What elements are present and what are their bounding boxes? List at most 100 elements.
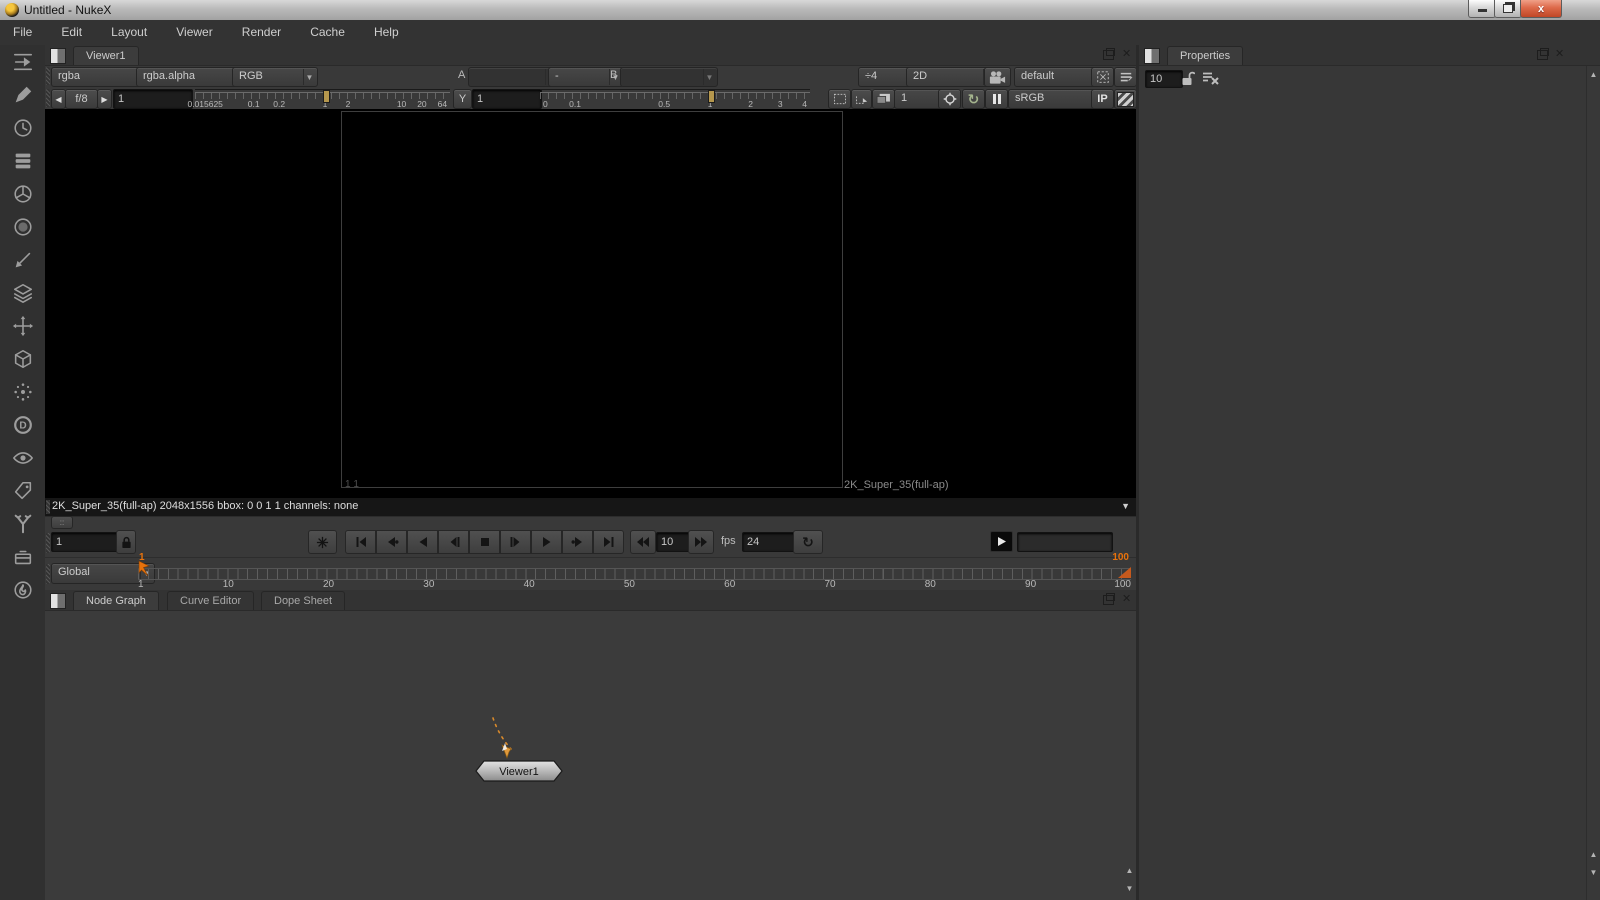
clear-all-panels-button[interactable]: [1202, 71, 1220, 88]
properties-scroll-up-bottom[interactable]: ▲: [1587, 850, 1600, 860]
lock-panels-button[interactable]: [1181, 70, 1195, 89]
roi-button[interactable]: [828, 89, 851, 109]
drag-grip[interactable]: [46, 500, 50, 514]
deep-nodes-button[interactable]: D: [0, 408, 45, 441]
arrow-up-icon[interactable]: ▲: [1587, 70, 1600, 80]
drag-grip[interactable]: [46, 533, 50, 553]
update-region-button[interactable]: [938, 89, 961, 109]
refresh-button[interactable]: ↻: [962, 89, 985, 109]
views-nodes-button[interactable]: [0, 441, 45, 474]
timeline-ruler[interactable]: 1 10 20 30 40 50 60 70 80 90 100 1 100: [138, 558, 1131, 591]
filter-nodes-button[interactable]: [0, 210, 45, 243]
skip-backward-button[interactable]: [630, 530, 656, 554]
furnace-nodes-button[interactable]: [0, 573, 45, 606]
previous-keyframe-button[interactable]: [376, 530, 407, 554]
channel-nodes-button[interactable]: [0, 144, 45, 177]
menu-file[interactable]: File: [0, 20, 45, 44]
range-end-marker[interactable]: [1118, 567, 1131, 578]
menu-render[interactable]: Render: [229, 20, 294, 44]
tab-curve-editor[interactable]: Curve Editor: [167, 591, 254, 610]
play-forward-button[interactable]: [531, 530, 562, 554]
restore-button[interactable]: [1494, 0, 1522, 18]
info-dropdown-arrow[interactable]: ▼: [1121, 501, 1130, 511]
particles-nodes-button[interactable]: [0, 375, 45, 408]
node-graph-canvas[interactable]: Viewer1 ▲ ▼: [45, 611, 1136, 900]
step-backward-button[interactable]: [438, 530, 469, 554]
node-graph-float-button[interactable]: [1103, 595, 1114, 605]
splitter-grip[interactable]: ::: [51, 516, 73, 529]
realtime-playback-button[interactable]: [308, 530, 337, 554]
merge-nodes-button[interactable]: [0, 276, 45, 309]
other-nodes-button[interactable]: [0, 540, 45, 573]
flipbook-button[interactable]: [990, 531, 1013, 552]
viewer-node[interactable]: Viewer1: [475, 760, 563, 782]
time-nodes-button[interactable]: [0, 111, 45, 144]
node-graph-scroll-down[interactable]: ▼: [1124, 884, 1135, 894]
metadata-nodes-button[interactable]: [0, 474, 45, 507]
menu-cache[interactable]: Cache: [297, 20, 358, 44]
pause-button[interactable]: [985, 89, 1008, 109]
viewer-float-button[interactable]: [1103, 50, 1114, 60]
tab-viewer1[interactable]: Viewer1: [73, 46, 139, 65]
toolsets-nodes-button[interactable]: [0, 507, 45, 540]
menu-viewer[interactable]: Viewer: [163, 20, 225, 44]
node-input-arrow[interactable]: [485, 716, 529, 766]
drag-grip[interactable]: [46, 89, 50, 107]
gamma-input[interactable]: 1: [472, 89, 542, 109]
fullres-button[interactable]: [872, 89, 895, 109]
drag-grip[interactable]: [46, 564, 50, 584]
gain-increment-button[interactable]: ▶: [97, 89, 112, 109]
viewer-settings-button[interactable]: [1114, 67, 1137, 87]
gain-slider[interactable]: 0.015625 0.1 0.2 1 2 10 20 64: [195, 89, 450, 109]
goto-end-button[interactable]: [593, 530, 624, 554]
image-nodes-button[interactable]: [0, 45, 45, 78]
properties-scrollbar[interactable]: ▲ ▲ ▼: [1586, 66, 1600, 900]
panel-chooser-icon[interactable]: [50, 48, 66, 64]
frame-format-button[interactable]: [1091, 67, 1114, 87]
gamma-slider-handle[interactable]: [708, 90, 715, 103]
b-input-dropdown[interactable]: ▼: [620, 67, 718, 87]
frame-lock-button[interactable]: [116, 530, 136, 554]
keyer-nodes-button[interactable]: [0, 243, 45, 276]
menu-help[interactable]: Help: [361, 20, 412, 44]
minimize-button[interactable]: [1468, 0, 1496, 18]
proxy-toggle-button[interactable]: [851, 89, 872, 109]
step-forward-button[interactable]: [500, 530, 531, 554]
close-button[interactable]: x: [1520, 0, 1562, 18]
gain-input[interactable]: 1: [113, 89, 193, 109]
gamma-toggle-button[interactable]: Y: [453, 89, 472, 109]
display-channels-dropdown[interactable]: RGB▼: [232, 67, 318, 87]
background-pattern-button[interactable]: [1114, 89, 1137, 109]
node-graph-scroll-up[interactable]: ▲: [1124, 866, 1135, 876]
tab-dope-sheet[interactable]: Dope Sheet: [261, 591, 345, 610]
input-process-button[interactable]: IP: [1091, 89, 1114, 109]
viewer-canvas[interactable]: 1 1 2K_Super_35(full-ap): [45, 109, 1136, 497]
fps-input[interactable]: 24: [742, 532, 796, 552]
properties-scroll-down[interactable]: ▼: [1587, 868, 1600, 878]
a-input-dropdown[interactable]: ▼: [468, 67, 560, 87]
gain-decrement-button[interactable]: ◀: [51, 89, 66, 109]
draw-nodes-button[interactable]: [0, 78, 45, 111]
playhead-marker[interactable]: [136, 560, 152, 578]
lock-camera-button[interactable]: [984, 67, 1011, 87]
skip-forward-button[interactable]: [688, 530, 714, 554]
play-backward-button[interactable]: [407, 530, 438, 554]
node-graph-close-button[interactable]: ✕: [1122, 594, 1131, 604]
menu-edit[interactable]: Edit: [48, 20, 95, 44]
current-frame-input[interactable]: 1: [51, 532, 123, 552]
drag-grip[interactable]: [46, 67, 50, 85]
panel-chooser-icon[interactable]: [50, 593, 66, 609]
next-keyframe-button[interactable]: [562, 530, 593, 554]
gain-slider-handle[interactable]: [323, 90, 330, 103]
menu-layout[interactable]: Layout: [98, 20, 160, 44]
properties-close-button[interactable]: ✕: [1555, 49, 1564, 59]
properties-float-button[interactable]: [1537, 50, 1548, 60]
title-bar[interactable]: Untitled - NukeX x: [0, 0, 1600, 21]
goto-start-button[interactable]: [345, 530, 376, 554]
3d-nodes-button[interactable]: [0, 342, 45, 375]
gain-fstop-button[interactable]: f/8: [65, 89, 98, 109]
gamma-slider-track[interactable]: [540, 92, 810, 99]
color-nodes-button[interactable]: [0, 177, 45, 210]
tab-node-graph[interactable]: Node Graph: [73, 591, 159, 610]
panel-chooser-icon[interactable]: [1144, 48, 1160, 64]
